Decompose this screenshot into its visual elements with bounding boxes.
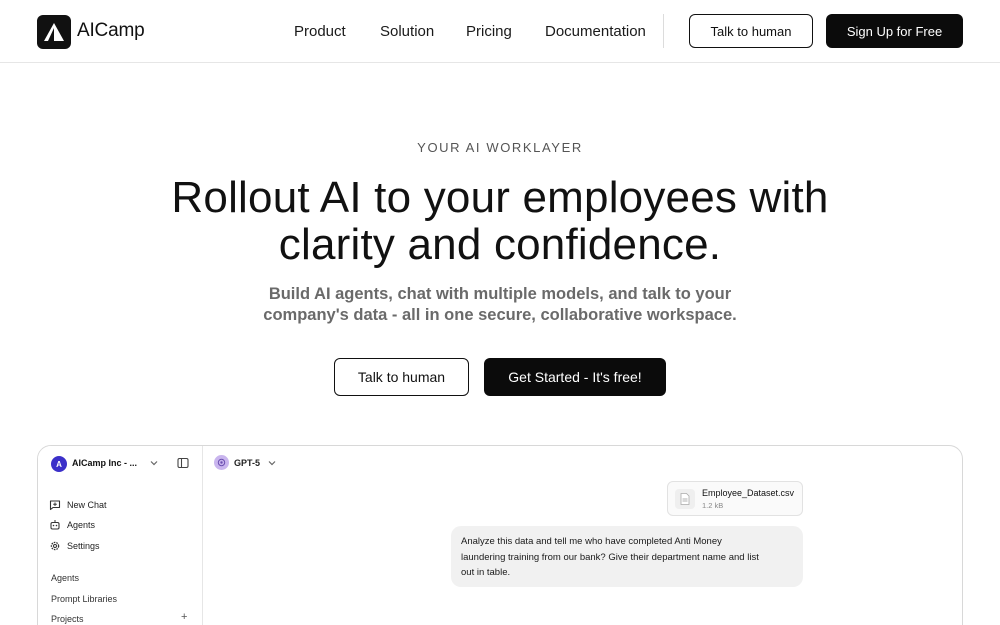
sidebar-toggle-icon[interactable] — [177, 457, 189, 469]
sidebar-item-label: New Chat — [67, 500, 107, 510]
app-preview: A AICamp Inc - ... New Chat Agents Setti… — [37, 445, 963, 625]
workspace-name[interactable]: AICamp Inc - ... — [72, 458, 137, 468]
header-talk-to-human-button[interactable]: Talk to human — [689, 14, 813, 48]
user-message-bubble: Analyze this data and tell me who have c… — [451, 526, 803, 587]
message-line: Analyze this data and tell me who have c… — [461, 536, 722, 547]
nav-pricing[interactable]: Pricing — [466, 23, 512, 40]
file-name: Employee_Dataset.csv — [702, 488, 795, 498]
chat-plus-icon — [49, 500, 61, 511]
robot-icon — [50, 520, 60, 530]
nav-documentation[interactable]: Documentation — [545, 23, 646, 40]
hero-headline: Rollout AI to your employees with clarit… — [100, 174, 900, 268]
hero-headline-line2: clarity and confidence. — [278, 220, 722, 269]
sidebar-item-label: Agents — [67, 520, 96, 530]
nav-solution[interactable]: Solution — [380, 23, 434, 40]
get-started-button[interactable]: Get Started - It's free! — [484, 358, 666, 396]
signup-button[interactable]: Sign Up for Free — [826, 14, 963, 48]
sidebar-item-settings[interactable]: Settings — [49, 538, 100, 554]
nav-product[interactable]: Product — [294, 23, 346, 40]
hero-subhead-line1: Build AI agents, chat with multiple mode… — [268, 285, 732, 303]
add-project-icon[interactable]: + — [181, 612, 187, 623]
chevron-down-icon[interactable] — [149, 458, 159, 468]
hero-talk-to-human-button[interactable]: Talk to human — [334, 358, 469, 396]
preview-chat-area: GPT-5 Employee_Dataset.csv 1.2 kB Analyz… — [203, 446, 962, 625]
file-size: 1.2 kB — [702, 501, 724, 510]
chevron-down-icon[interactable] — [267, 458, 277, 468]
sidebar-section-projects[interactable]: Projects — [51, 614, 84, 624]
hero-subhead: Build AI agents, chat with multiple mode… — [200, 284, 800, 326]
file-icon — [675, 489, 695, 509]
message-line: out in table. — [461, 567, 511, 578]
logo-icon[interactable] — [37, 15, 71, 49]
message-line: laundering training from our bank? Give … — [461, 551, 759, 563]
model-selector[interactable]: GPT-5 — [234, 458, 260, 468]
hero-headline-line1: Rollout AI to your employees with — [171, 173, 829, 222]
sidebar-item-new-chat[interactable]: New Chat — [49, 497, 107, 513]
sidebar-item-label: Settings — [67, 541, 100, 551]
gear-icon — [50, 541, 60, 551]
site-header: AICamp Product Solution Pricing Document… — [0, 0, 1000, 63]
sidebar-item-agents[interactable]: Agents — [49, 517, 95, 533]
hero-subhead-line2: company's data - all in one secure, coll… — [263, 306, 737, 324]
model-avatar-icon[interactable] — [214, 455, 229, 470]
nav-divider — [663, 14, 664, 48]
file-attachment[interactable]: Employee_Dataset.csv 1.2 kB — [667, 481, 803, 516]
hero-eyebrow: YOUR AI WORKLAYER — [417, 140, 583, 155]
workspace-avatar[interactable]: A — [51, 456, 67, 472]
sidebar-section-prompt-libraries[interactable]: Prompt Libraries — [51, 594, 117, 604]
brand-name[interactable]: AICamp — [77, 20, 145, 42]
preview-sidebar: A AICamp Inc - ... New Chat Agents Setti… — [38, 446, 203, 625]
sidebar-section-agents[interactable]: Agents — [51, 573, 79, 583]
